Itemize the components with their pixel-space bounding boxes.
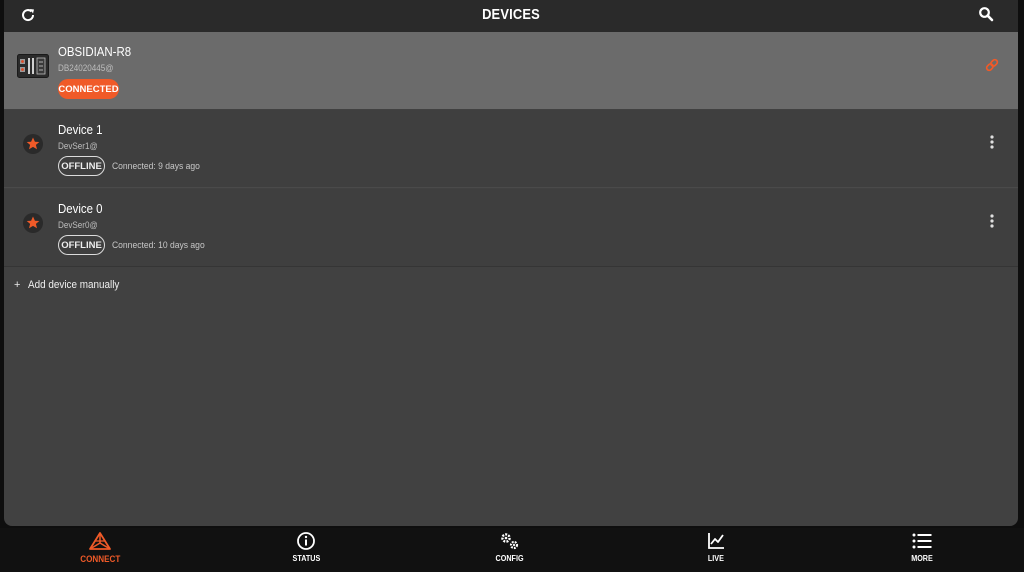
nav-label: LIVE [707, 554, 725, 563]
nav-tab-more[interactable]: MORE [882, 531, 962, 571]
status-badge-offline: OFFLINE [58, 235, 105, 255]
link-icon [985, 58, 999, 72]
device-row[interactable]: Device 1 DevSer1@ OFFLINE Connected: 9 d… [4, 110, 1018, 188]
info-icon [297, 532, 315, 550]
nav-label: CONFIG [495, 554, 524, 563]
link-button[interactable] [982, 55, 1002, 75]
last-connected-text: Connected: 9 days ago [112, 161, 200, 172]
vertical-dots-icon [990, 135, 994, 149]
nav-tab-connect[interactable]: CONNECT [60, 531, 140, 571]
nav-label: MORE [911, 554, 933, 563]
device-name: OBSIDIAN-R8 [58, 44, 132, 59]
connect-icon [89, 532, 111, 550]
gears-icon [501, 533, 519, 550]
last-connected-text: Connected: 10 days ago [112, 240, 205, 251]
device-row-connected[interactable]: OBSIDIAN-R8 DB24020445@ CONNECTED [4, 32, 1018, 109]
device-serial: DevSer0@ [58, 220, 98, 230]
bottom-nav: CONNECT STATUS CONFIG LIVE MORE [0, 528, 1024, 572]
search-button[interactable] [974, 2, 998, 26]
refresh-button[interactable] [16, 3, 40, 27]
refresh-icon [22, 9, 35, 22]
more-options-button[interactable] [982, 211, 1002, 231]
nav-label: CONNECT [79, 554, 121, 564]
vertical-dots-icon [990, 214, 994, 228]
device-name: Device 0 [58, 201, 103, 216]
favorite-star-icon [22, 133, 44, 160]
favorite-star-icon [22, 212, 44, 239]
chart-icon [708, 533, 724, 549]
top-bar: DEVICES [4, 0, 1018, 32]
add-device-manually-button[interactable]: + Add device manually [14, 277, 130, 293]
page-title: DEVICES [482, 6, 540, 23]
status-badge-offline: OFFLINE [58, 156, 105, 176]
device-name: Device 1 [58, 122, 103, 137]
more-options-button[interactable] [982, 132, 1002, 152]
plus-icon: + [14, 279, 21, 291]
status-badge-connected: CONNECTED [58, 79, 119, 99]
device-row[interactable]: Device 0 DevSer0@ OFFLINE Connected: 10 … [4, 189, 1018, 267]
device-serial: DevSer1@ [58, 141, 98, 151]
nav-label: STATUS [292, 554, 320, 563]
device-hardware-icon [17, 54, 49, 83]
add-device-label: Add device manually [28, 279, 120, 291]
nav-tab-config[interactable]: CONFIG [470, 531, 550, 571]
nav-tab-live[interactable]: LIVE [676, 531, 756, 571]
device-serial: DB24020445@ [58, 63, 114, 73]
devices-screen: DEVICES OBSIDIAN-R8 DB24020445@ CONNECTE… [4, 0, 1018, 526]
nav-tab-status[interactable]: STATUS [266, 531, 346, 571]
search-icon [979, 7, 994, 22]
list-icon [912, 533, 932, 549]
